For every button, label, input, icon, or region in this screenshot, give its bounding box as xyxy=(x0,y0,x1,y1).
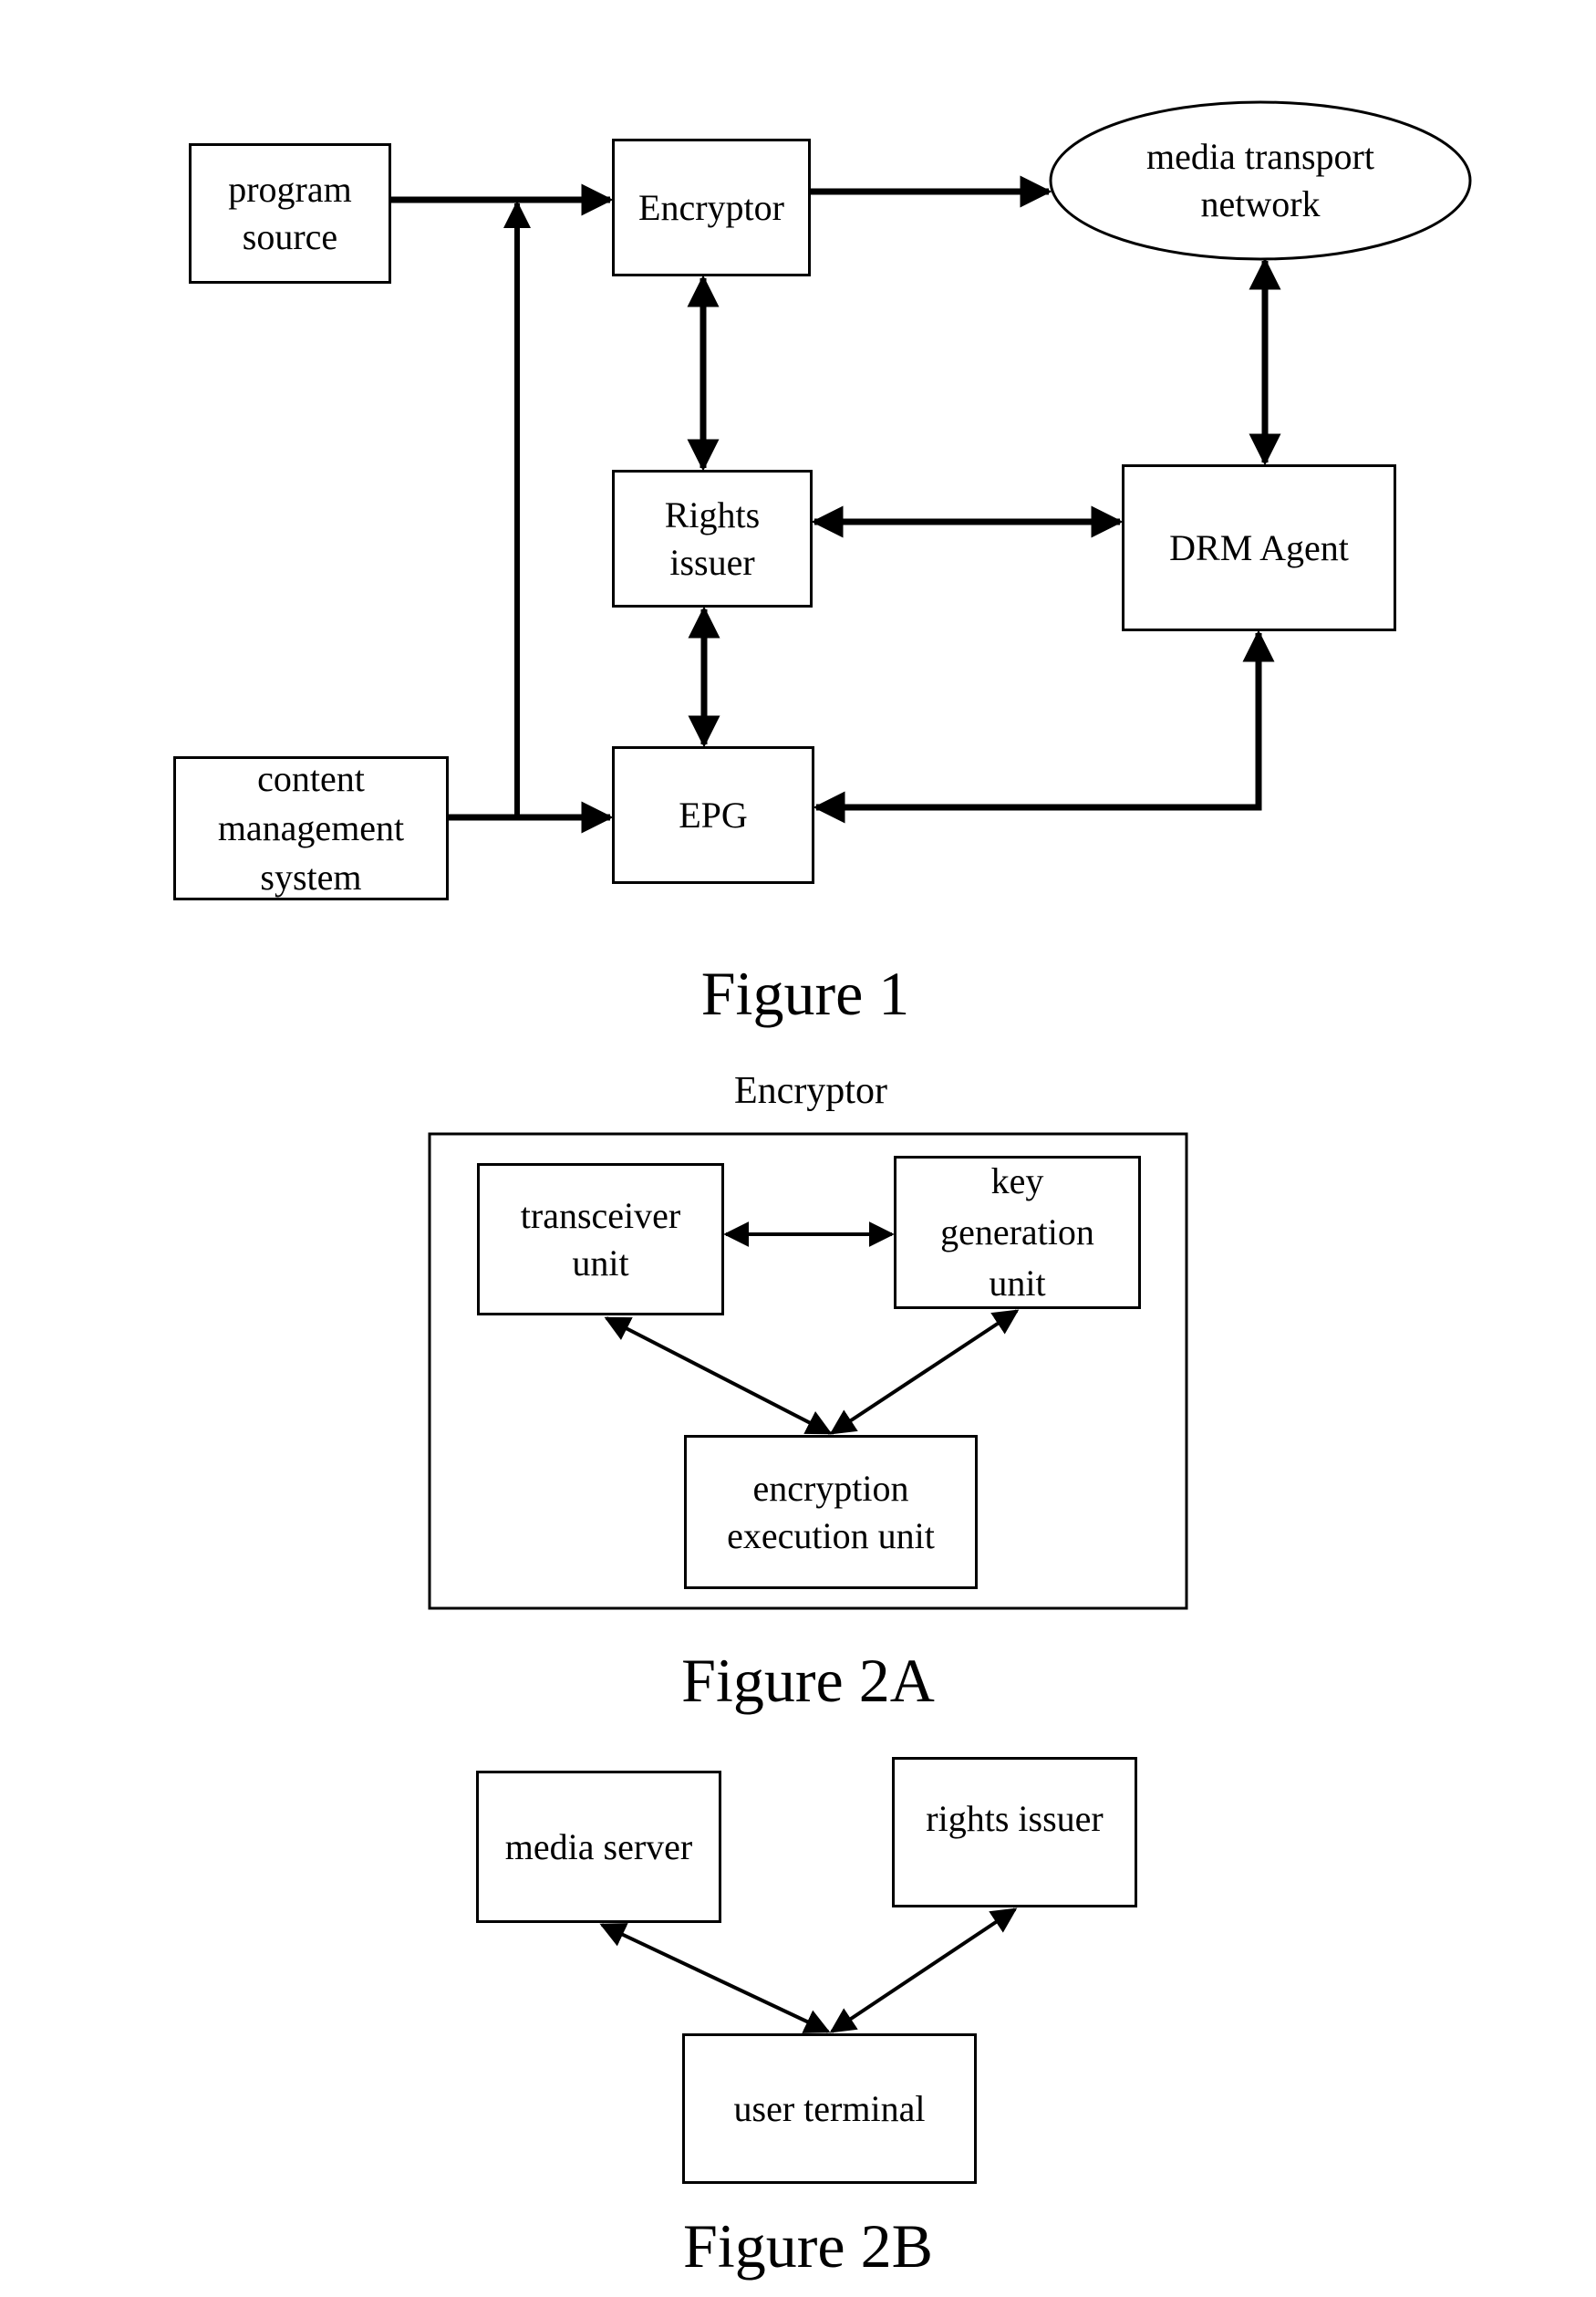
node-epg: EPG xyxy=(612,746,814,884)
node-encryption-execution-unit: encryption execution unit xyxy=(684,1435,978,1589)
node-label: program source xyxy=(228,169,352,257)
node-label: key generation unit xyxy=(940,1160,1094,1304)
node-label: rights issuer xyxy=(926,1797,1104,1839)
connectors-layer xyxy=(391,100,1472,2033)
arrow-media-server-user-terminal xyxy=(599,1923,831,2033)
node-drm-agent: DRM Agent xyxy=(1122,464,1396,631)
node-rights-issuer: Rights issuer xyxy=(612,470,813,608)
arrow-rights-issuer-user-terminal xyxy=(829,1907,1018,2033)
node-label: user terminal xyxy=(733,2087,926,2129)
node-media-transport-network: media transport network xyxy=(1051,102,1470,259)
node-label: DRM Agent xyxy=(1169,526,1349,568)
figure-1-caption: Figure 1 xyxy=(700,959,910,1028)
arrow-transceiver-encryption xyxy=(604,1316,833,1435)
node-label: encryption execution unit xyxy=(727,1467,935,1556)
node-rights-issuer-2b: rights issuer xyxy=(892,1757,1137,1907)
node-encryptor: Encryptor xyxy=(612,139,811,276)
node-content-management-system: content management system xyxy=(173,756,449,900)
arrow-keygen-encryption xyxy=(829,1309,1020,1435)
figure-2b-caption: Figure 2B xyxy=(683,2211,933,2281)
node-media-server: media server xyxy=(476,1771,721,1923)
figure-2a-caption: Figure 2A xyxy=(681,1646,935,1715)
node-label: media transport network xyxy=(1146,136,1374,224)
arrow-drm-agent-epg xyxy=(813,629,1275,824)
node-label: media server xyxy=(504,1825,693,1867)
node-label: transceiver unit xyxy=(520,1194,681,1284)
encryptor-container-label: Encryptor xyxy=(734,1070,887,1112)
node-label: Rights issuer xyxy=(664,494,761,583)
node-label: Encryptor xyxy=(638,186,784,228)
node-transceiver-unit: transceiver unit xyxy=(477,1163,724,1315)
node-program-source: program source xyxy=(189,143,391,284)
node-key-generation-unit: key generation unit xyxy=(894,1156,1141,1309)
node-label: EPG xyxy=(679,794,748,836)
node-user-terminal: user terminal xyxy=(682,2033,977,2184)
node-label: content management system xyxy=(217,758,405,898)
